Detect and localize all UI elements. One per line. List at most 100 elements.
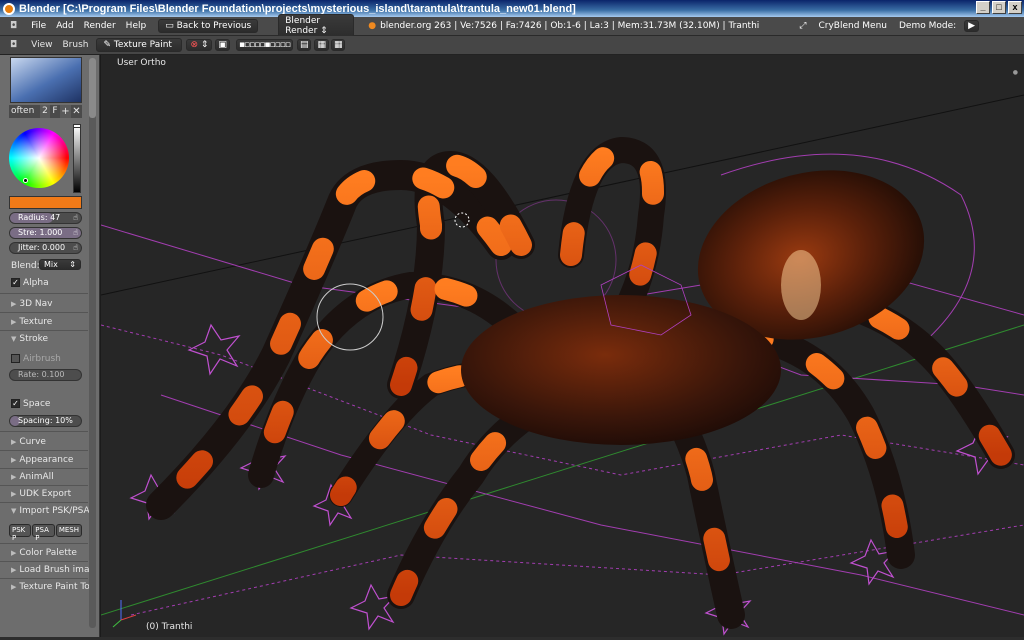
panel-import-psk-label: Import PSK/PSA [19,506,90,516]
viewport-corner-widget-icon[interactable]: ● [1013,69,1018,76]
menu-view[interactable]: View [31,40,52,50]
space-checkbox[interactable]: ✓ Space [11,399,50,409]
blend-updown-icon: ⇕ [69,260,76,269]
blender-small-icon: ● [368,21,377,31]
menu-render[interactable]: Render [84,21,116,31]
play-button[interactable]: ▶ [964,20,980,32]
back-to-previous-button[interactable]: ▭ Back to Previous [158,19,259,33]
editor-type-icon[interactable]: ◘ [10,21,17,31]
space-check-icon: ✓ [11,399,20,408]
psa-import-button[interactable]: PSA P [32,524,55,542]
minimize-button[interactable]: _ [976,1,990,14]
render-engine-select[interactable]: Blender Render ⇕ [278,14,355,38]
airbrush-check-icon [11,354,20,363]
radius-value: Radius: 47 [18,213,61,222]
window-title: Blender [C:\Program Files\Blender Founda… [19,2,576,15]
shading-select[interactable]: ⊗ ⇕ [186,39,213,51]
3d-viewport[interactable]: User Ortho (0) Tranthi ● [101,55,1024,640]
value-slider[interactable] [73,124,81,193]
updown-icon: ⇕ [317,26,328,36]
camera-icon: ▤ [299,40,309,50]
pivot-button[interactable]: ▣ [215,39,230,51]
maximize-button[interactable]: □ [992,1,1006,14]
panel-curve[interactable]: ▶ Curve [11,437,46,447]
panel-texture-paint-toggle[interactable]: ▶ Texture Paint Tog [11,582,96,592]
panel-color-palette-label: Color Palette [19,548,77,558]
menu-brush[interactable]: Brush [62,40,88,50]
menu-file[interactable]: File [31,21,46,31]
panel-texture-paint-label: Texture Paint Tog [19,582,96,592]
opengl-render-button[interactable]: ▦ [314,39,329,51]
psk-import-button[interactable]: PSK P [9,524,32,542]
brush-mode-icon: ✎ [103,40,114,50]
jitter-pressure-icon[interactable]: ☝ [73,243,78,253]
panel-texture-label: Texture [19,317,53,327]
strength-field[interactable]: Stre: 1.000 ☝ [9,227,82,239]
brush-fake-user[interactable]: F [50,105,60,118]
add-brush-icon[interactable]: + [60,105,71,118]
info-header: ◘ File Add Render Help ▭ Back to Previou… [0,14,1024,38]
layers-grid[interactable]: ▪▫▫▫▫▪▫▫▫▫ [235,39,293,51]
axis-gizmo [112,600,137,628]
brush-color-swatch[interactable] [9,196,82,209]
collapsed-triangle-icon: ▶ [11,583,17,591]
collapsed-triangle-icon: ▶ [11,300,17,308]
panel-color-palette[interactable]: ▶ Color Palette [11,548,77,558]
blend-select[interactable]: Mix ⇕ [39,259,81,270]
airbrush-label: Airbrush [23,354,61,364]
collapsed-triangle-icon: ▶ [11,549,17,557]
space-label: Space [23,399,51,409]
brush-users[interactable]: 2 [40,105,50,118]
panel-import-psk[interactable]: ▼ Import PSK/PSA [11,506,90,516]
tool-shelf: often 2 F + ✕ Radius: 47 ☝ Stre: 1.000 ☝… [0,55,100,640]
rate-value: Rate: 0.100 [18,370,65,379]
menu-add[interactable]: Add [56,21,73,31]
brush-preview[interactable] [10,57,82,103]
import-buttons-row: PSK P PSA P MESH [9,524,82,542]
cryblend-menu[interactable]: CryBlend Menu [818,21,887,31]
panel-stroke-label: Stroke [19,334,49,344]
alpha-checkbox[interactable]: ✓ Alpha [11,278,49,288]
brush-name[interactable]: often [9,105,40,118]
panel-udk-export[interactable]: ▶ UDK Export [11,489,71,499]
panel-3d-nav[interactable]: ▶ 3D Nav [11,299,52,309]
play-icon: ▶ [968,21,976,31]
menu-help[interactable]: Help [126,21,147,31]
tool-shelf-scrollbar[interactable] [89,58,96,628]
rate-field[interactable]: Rate: 0.100 [9,369,82,381]
remove-brush-icon[interactable]: ✕ [71,105,82,118]
panel-load-brush-image[interactable]: ▶ Load Brush imag [11,565,95,575]
mesh-import-button[interactable]: MESH [55,524,82,537]
render-engine-value: Blender Render [285,16,321,36]
render-button[interactable]: ▤ [296,39,312,51]
panel-animall-label: AnimAll [19,472,54,482]
color-wheel-cursor[interactable] [23,178,28,183]
pressure-icon[interactable]: ☝ [73,213,78,223]
view-name-label: User Ortho [117,58,166,68]
spacing-field[interactable]: Spacing: 10% [9,415,82,427]
value-slider-handle[interactable] [73,124,81,128]
opengl-anim-button[interactable]: ▦ [330,39,346,51]
radius-field[interactable]: Radius: 47 ☝ [9,212,82,224]
panel-stroke[interactable]: ▼ Stroke [11,334,48,344]
strength-pressure-icon[interactable]: ☝ [73,228,78,238]
alpha-check-icon: ✓ [11,278,20,287]
collapsed-triangle-icon: ▶ [11,473,17,481]
jitter-field[interactable]: Jitter: 0.000 ☝ [9,242,82,254]
scrollbar-thumb[interactable] [89,58,96,118]
close-button[interactable]: x [1008,1,1022,14]
panel-animall[interactable]: ▶ AnimAll [11,472,54,482]
editor-type-icon-3d[interactable]: ◘ [10,40,17,50]
film-icon: ▦ [333,40,343,50]
scene-stats: blender.org 263 | Ve:7526 | Fa:7426 | Ob… [380,21,760,31]
mode-select[interactable]: ✎ Texture Paint [96,38,183,52]
panel-appearance[interactable]: ▶ Appearance [11,455,73,465]
strength-value: Stre: 1.000 [18,228,63,237]
panel-texture[interactable]: ▶ Texture [11,317,52,327]
panel-3d-nav-label: 3D Nav [19,299,53,309]
fullscreen-icon[interactable]: ⤢ [799,21,806,31]
color-wheel[interactable] [9,128,69,188]
airbrush-checkbox[interactable]: Airbrush [11,354,61,364]
blend-value: Mix [44,260,58,269]
blender-logo-icon [3,2,15,15]
